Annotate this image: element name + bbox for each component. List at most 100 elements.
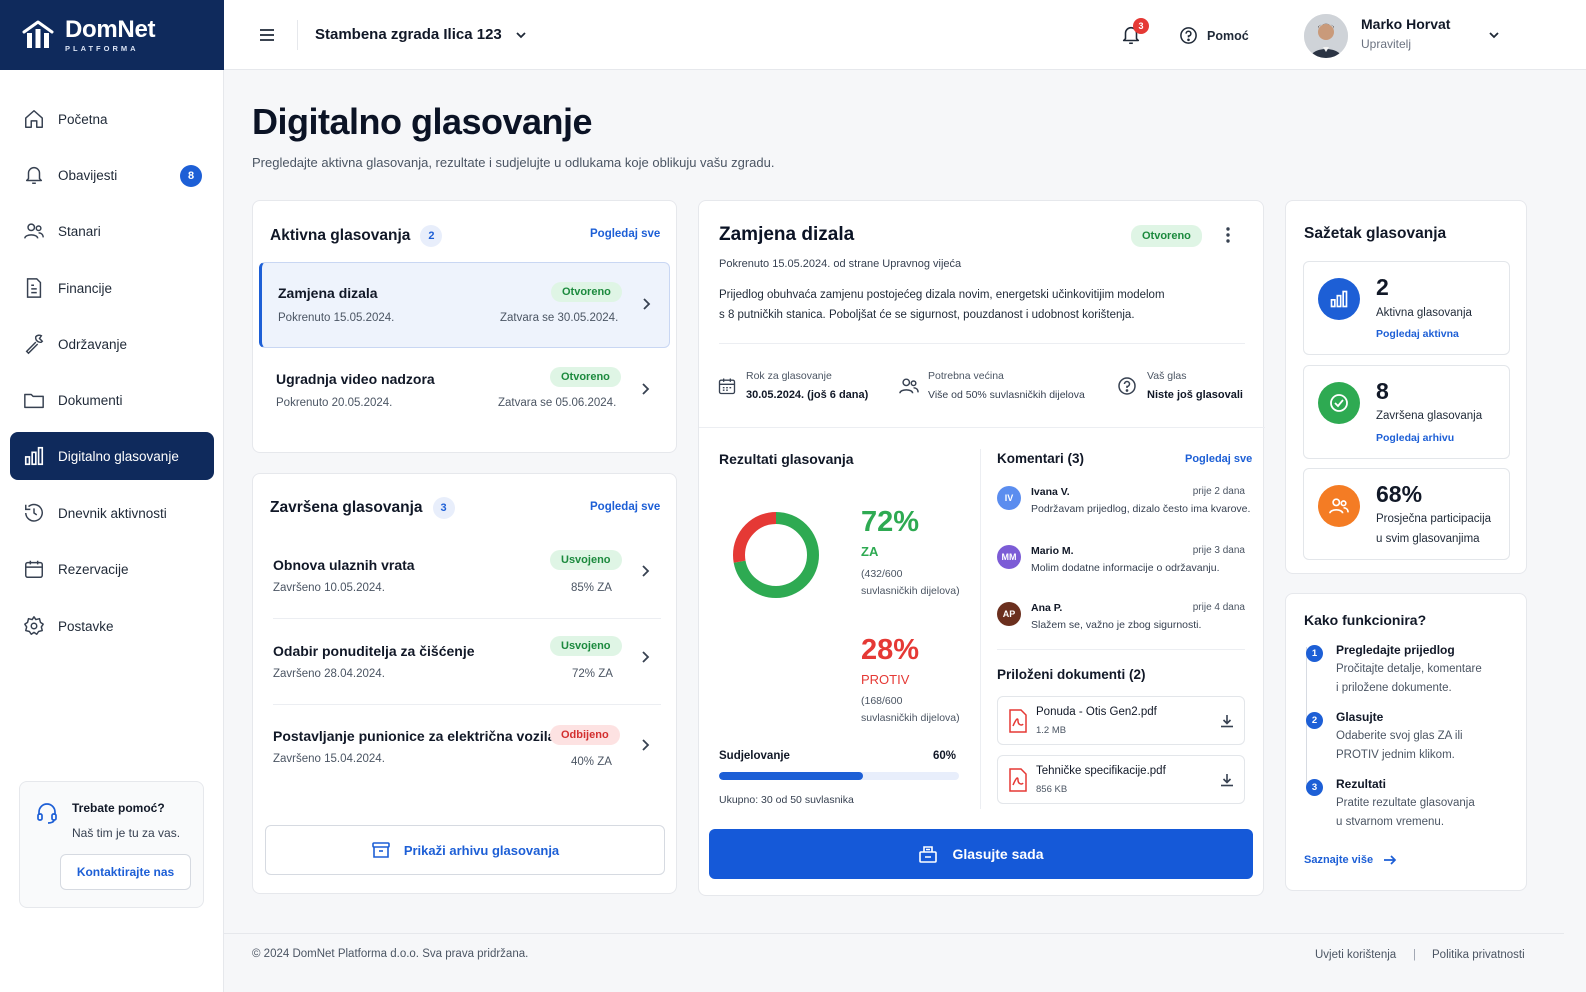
learn-more-link[interactable]: Saznajte više	[1304, 854, 1397, 866]
vote-row[interactable]: Ugradnja video nadzora Pokrenuto 20.05.2…	[259, 351, 670, 435]
sidebar-item-settings[interactable]: Postavke	[10, 602, 214, 650]
chevron-right-icon	[642, 651, 650, 663]
protiv-percent: 28%	[861, 634, 920, 666]
sidebar-item-voting[interactable]: Digitalno glasovanje	[10, 432, 214, 480]
summary-stat-active: 2 Aktivna glasovanja Pogledaj aktivna	[1303, 261, 1510, 355]
comments-view-all-link[interactable]: Pogledaj sve	[1185, 453, 1252, 465]
completed-row[interactable]: Postavljanje punionice za električna voz…	[273, 706, 661, 790]
section-divider	[997, 649, 1245, 650]
completed-votes-title: Završena glasovanja	[270, 499, 423, 516]
document-item[interactable]: Tehničke specifikacije.pdf 856 KB	[997, 755, 1245, 804]
page-title: Digitalno glasovanje	[252, 101, 593, 142]
completed-view-all-link[interactable]: Pogledaj sve	[590, 501, 660, 513]
sidebar-item-label: Dnevnik aktivnosti	[58, 505, 167, 521]
footer-copyright: © 2024 DomNet Platforma d.o.o. Sva prava…	[252, 948, 529, 960]
comment-time: prije 2 dana	[1192, 486, 1245, 497]
document-name: Tehničke specifikacije.pdf	[1036, 765, 1166, 777]
sidebar-item-home[interactable]: Početna	[10, 95, 214, 143]
footer-privacy-link[interactable]: Politika privatnosti	[1432, 949, 1525, 961]
vote-close-date: Zatvara se 30.05.2024.	[500, 312, 619, 324]
sidebar-item-tenants[interactable]: Stanari	[10, 207, 214, 255]
help-button[interactable]: Pomoć	[1179, 26, 1249, 45]
active-view-all-link[interactable]: Pogledaj sve	[590, 228, 660, 240]
help-text: Naš tim je tu za vas.	[72, 826, 181, 840]
step-text: u stvarnom vremenu.	[1336, 816, 1445, 828]
stat-label: Aktivna glasovanja	[1376, 307, 1472, 319]
step-title: Glasujte	[1336, 710, 1384, 724]
sidebar-item-documents[interactable]: Dokumenti	[10, 376, 214, 424]
vote-start-date: Pokrenuto 20.05.2024.	[276, 397, 393, 409]
step-number: 1	[1306, 645, 1323, 662]
vote-now-button[interactable]: Glasujte sada	[709, 829, 1253, 879]
section-divider	[699, 427, 1265, 428]
majority-value: Više od 50% suvlasničkih dijelova	[928, 389, 1085, 401]
avatar[interactable]	[1304, 14, 1348, 58]
menu-icon[interactable]	[258, 26, 276, 44]
step-text: PROTIV jednim klikom.	[1336, 749, 1455, 761]
notifications-count-badge: 8	[180, 165, 202, 187]
row-divider	[273, 704, 661, 705]
notifications-button[interactable]: 3	[1120, 18, 1149, 46]
user-avatar-icon	[1304, 14, 1348, 58]
chevron-down-icon[interactable]	[1487, 28, 1501, 42]
user-info[interactable]: Marko Horvat Upravitelj	[1361, 16, 1450, 51]
detail-meta: Pokrenuto 15.05.2024. od strane Upravnog…	[719, 258, 962, 270]
vote-title: Zamjena dizala	[278, 285, 378, 301]
footer-divider	[224, 933, 1564, 934]
archive-button[interactable]: Prikaži arhivu glasovanja	[265, 825, 665, 875]
vote-result: 72% ZA	[572, 668, 613, 680]
user-name: Marko Horvat	[1361, 16, 1451, 32]
active-votes-title: Aktivna glasovanja	[270, 227, 411, 244]
how-title: Kako funkcionira?	[1304, 612, 1427, 628]
stat-link[interactable]: Pogledaj arhivu	[1376, 432, 1454, 444]
sidebar-item-label: Rezervacije	[58, 561, 129, 577]
sidebar-item-finances[interactable]: Financije	[10, 264, 214, 312]
folder-icon	[24, 393, 44, 409]
status-badge: Odbijeno	[550, 725, 620, 745]
step-text: i priložene dokumente.	[1336, 682, 1452, 694]
users-icon	[899, 378, 919, 394]
stat-link[interactable]: Pogledaj aktivna	[1376, 328, 1459, 340]
completed-row[interactable]: Odabir ponuditelja za čišćenje Završeno …	[273, 620, 661, 704]
document-item[interactable]: Ponuda - Otis Gen2.pdf 1.2 MB	[997, 696, 1245, 745]
sidebar-item-label: Održavanje	[58, 336, 128, 352]
completed-row[interactable]: Obnova ulaznih vrata Završeno 10.05.2024…	[273, 534, 661, 618]
sidebar-item-reservations[interactable]: Rezervacije	[10, 545, 214, 593]
vote-start-date: Pokrenuto 15.05.2024.	[278, 312, 395, 324]
download-icon[interactable]	[1219, 772, 1235, 788]
comment-author: Mario M.	[1031, 545, 1074, 557]
brand-logo[interactable]: DomNet PLATFORMA	[0, 0, 224, 70]
history-icon	[25, 503, 43, 522]
vote-end-date: Završeno 10.05.2024.	[273, 582, 385, 594]
footer-terms-link[interactable]: Uvjeti korištenja	[1315, 949, 1396, 961]
how-it-works-card: Kako funkcionira? 1 Pregledajte prijedlo…	[1285, 593, 1527, 891]
avatar: MM	[997, 545, 1021, 569]
results-title: Rezultati glasovanja	[719, 451, 854, 467]
sidebar-item-activity-log[interactable]: Dnevnik aktivnosti	[10, 489, 214, 537]
bar-chart-icon	[24, 446, 44, 466]
detail-description-line1: Prijedlog obuhvaća zamjenu postojećeg di…	[719, 289, 1165, 301]
building-selector[interactable]: Stambena zgrada Ilica 123	[315, 26, 528, 43]
za-label: ZA	[861, 544, 879, 559]
sidebar-item-label: Postavke	[58, 618, 114, 634]
help-box: Trebate pomoć? Naš tim je tu za vas. Kon…	[19, 781, 204, 908]
comment-item: IV Ivana V. prije 2 dana Podržavam prije…	[997, 486, 1250, 534]
more-vertical-icon[interactable]	[1221, 225, 1235, 245]
home-icon	[25, 110, 43, 128]
column-divider	[980, 449, 981, 809]
sidebar-item-maintenance[interactable]: Održavanje	[10, 320, 214, 368]
stat-label-line2: u svim glasovanjima	[1376, 533, 1480, 545]
sidebar-item-label: Dokumenti	[58, 392, 123, 408]
vote-end-date: Završeno 15.04.2024.	[273, 753, 385, 765]
bar-chart-icon	[1330, 290, 1348, 308]
archive-button-label: Prikaži arhivu glasovanja	[403, 842, 560, 858]
sidebar-item-notifications[interactable]: Obavijesti 8	[10, 151, 214, 199]
download-icon[interactable]	[1219, 713, 1235, 729]
step-number: 3	[1306, 779, 1323, 796]
vote-end-date: Završeno 28.04.2024.	[273, 668, 385, 680]
vote-title: Obnova ulaznih vrata	[273, 557, 415, 573]
vote-row-selected[interactable]: Zamjena dizala Pokrenuto 15.05.2024. Otv…	[259, 262, 670, 348]
stat-value: 68%	[1376, 481, 1423, 507]
check-circle-icon	[1330, 394, 1348, 412]
contact-button[interactable]: Kontaktirajte nas	[60, 854, 191, 890]
